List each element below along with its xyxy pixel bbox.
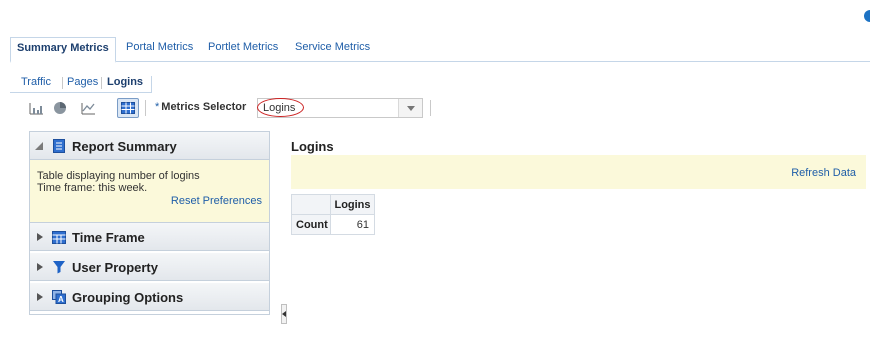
user-property-header[interactable]: User Property <box>30 253 269 281</box>
user-property-title: User Property <box>72 260 158 275</box>
subtab-pages[interactable]: Pages <box>67 76 98 88</box>
toolbar-divider <box>145 100 146 116</box>
filter-icon <box>53 261 65 274</box>
panel-collapse-handle[interactable] <box>281 304 287 324</box>
line-chart-icon[interactable] <box>80 100 96 116</box>
table-icon[interactable] <box>120 100 136 116</box>
expand-triangle-icon <box>37 233 43 241</box>
main-tabs: Summary Metrics Portal Metrics Portlet M… <box>10 37 870 63</box>
bar-chart-icon[interactable] <box>28 100 44 116</box>
report-summary-title: Report Summary <box>72 139 177 154</box>
report-summary-body: Table displaying number of logins Time f… <box>30 160 269 223</box>
expand-triangle-icon <box>37 293 43 301</box>
tab-summary-metrics[interactable]: Summary Metrics <box>10 37 116 63</box>
logins-count-value: 61 <box>330 214 375 235</box>
reset-preferences-link[interactable]: Reset Preferences <box>171 195 262 207</box>
grouping-icon: A <box>52 290 66 304</box>
summary-description: Table displaying number of logins <box>37 170 200 182</box>
tab-portal-metrics[interactable]: Portal Metrics <box>120 37 199 62</box>
table-header-row: Logins <box>291 194 375 215</box>
subtab-logins[interactable]: Logins <box>107 76 143 88</box>
status-dot <box>864 10 870 22</box>
chevron-down-icon <box>407 106 415 111</box>
toolbar-divider <box>430 100 431 116</box>
grouping-options-header[interactable]: A Grouping Options <box>30 283 269 311</box>
time-frame-title: Time Frame <box>72 230 145 245</box>
grouping-options-title: Grouping Options <box>72 290 184 305</box>
row-header-count: Count <box>291 214 331 235</box>
criteria-panel: Report Summary Table displaying number o… <box>29 131 270 315</box>
report-icon <box>53 139 65 153</box>
subtab-traffic[interactable]: Traffic <box>21 76 51 88</box>
metrics-selector-dropdown[interactable]: Logins <box>257 98 423 118</box>
subtab-underline <box>10 92 152 93</box>
metrics-selector-label: * Metrics Selector <box>155 101 246 113</box>
chevron-left-icon <box>282 311 286 317</box>
column-header-logins: Logins <box>330 194 375 215</box>
highlight-ellipse <box>257 98 304 117</box>
refresh-band: Refresh Data <box>291 155 866 189</box>
subtab-divider <box>62 77 63 89</box>
subtab-divider <box>101 77 102 89</box>
pie-chart-icon[interactable] <box>52 100 68 116</box>
expand-triangle-icon <box>37 263 43 271</box>
report-summary-header[interactable]: Report Summary <box>30 132 269 160</box>
subtab-edge <box>151 76 152 93</box>
required-marker: * <box>155 101 160 113</box>
logins-table: Logins Count 61 <box>291 194 375 235</box>
summary-timeframe: Time frame: this week. <box>37 182 148 194</box>
content-title: Logins <box>291 139 334 154</box>
svg-text:A: A <box>58 295 64 304</box>
metrics-selector-text: Metrics Selector <box>161 101 247 113</box>
tab-service-metrics[interactable]: Service Metrics <box>289 37 376 62</box>
table-row: Count 61 <box>291 214 375 235</box>
dropdown-button[interactable] <box>398 99 422 117</box>
collapse-triangle-icon <box>35 142 43 150</box>
tab-portlet-metrics[interactable]: Portlet Metrics <box>202 37 284 62</box>
calendar-icon <box>52 231 66 244</box>
time-frame-header[interactable]: Time Frame <box>30 223 269 251</box>
table-corner-cell <box>291 194 331 215</box>
refresh-data-link[interactable]: Refresh Data <box>791 167 856 179</box>
